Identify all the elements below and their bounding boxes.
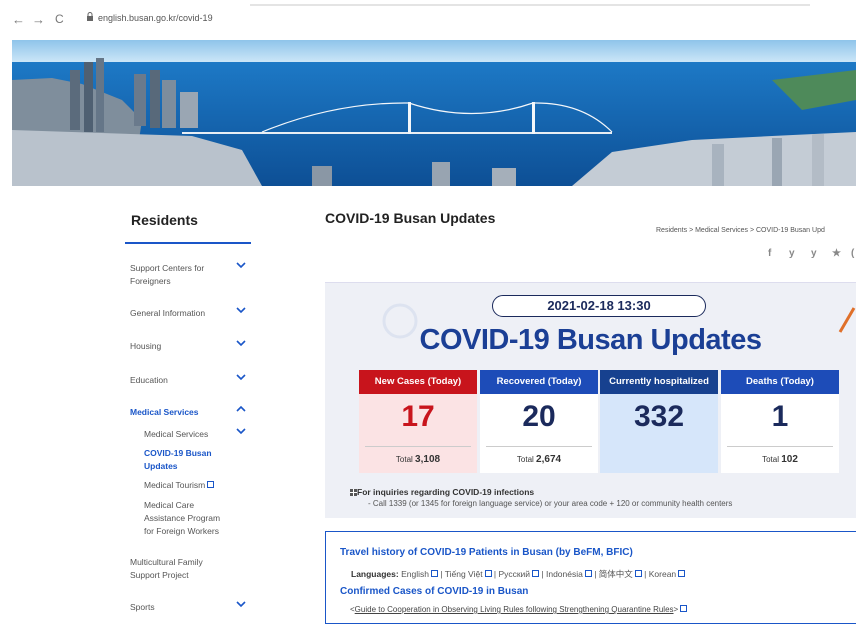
print-icon[interactable]: (: [851, 248, 854, 259]
sidebar-item-education[interactable]: Education: [130, 374, 230, 387]
stat-total-value: 102: [781, 454, 798, 465]
chevron-down-icon[interactable]: [236, 601, 246, 609]
stat-total-label: Total: [516, 455, 534, 464]
external-link-icon: [680, 605, 688, 612]
breadcrumb[interactable]: Residents > Medical Services > COVID-19 …: [656, 227, 825, 234]
sub-item-medical-tourism-label[interactable]: Medical Tourism: [144, 480, 205, 490]
chevron-up-icon[interactable]: [236, 405, 246, 413]
lang-link-english[interactable]: English: [401, 569, 429, 579]
annotation-arrow-icon: [838, 307, 856, 333]
stat-deaths: Deaths (Today) 1 Total 102: [721, 370, 839, 473]
external-link-icon: [484, 570, 492, 577]
sidebar-divider: [125, 242, 251, 244]
stat-value: 332: [633, 400, 685, 433]
travel-history-link[interactable]: Travel history of COVID-19 Patients in B…: [340, 547, 633, 558]
stat-total-label: Total: [762, 455, 779, 464]
story-icon[interactable]: y: [811, 248, 817, 259]
sidebar-item-multicultural-family[interactable]: Multicultural Family Support Project: [130, 556, 220, 582]
stat-header: Deaths (Today): [721, 370, 839, 394]
back-icon[interactable]: ←: [12, 12, 25, 27]
stat-total-label: Total: [395, 455, 413, 464]
twitter-icon[interactable]: y: [789, 248, 795, 259]
stat-header: New Cases (Today): [359, 370, 477, 394]
external-link-icon: [430, 570, 438, 577]
sidebar-item-medical-services[interactable]: Medical Services: [130, 406, 230, 419]
address-bar[interactable]: english.busan.go.kr/covid-19: [98, 13, 213, 23]
grid-bullet-icon: [350, 489, 357, 496]
page-title: COVID-19 Busan Updates: [325, 210, 496, 226]
inquiry-text: - Call 1339 (or 1345 for foreign languag…: [368, 499, 733, 508]
sub-item-medical-care-assistance[interactable]: Medical Care Assistance Program for Fore…: [144, 499, 228, 538]
sidebar-item-support-centers[interactable]: Support Centers for Foreigners: [130, 262, 230, 288]
external-link-icon: [584, 570, 592, 577]
inquiry-title: For inquiries regarding COVID-19 infecti…: [357, 487, 535, 497]
languages-row: Languages: English | Tiếng Việt | Русски…: [351, 568, 686, 580]
stat-value: 20: [522, 400, 556, 433]
external-link-icon: [207, 481, 215, 488]
stat-total: Total 102: [727, 446, 833, 465]
sub-item-medical-services[interactable]: Medical Services: [144, 428, 234, 441]
stat-hospitalized: Currently hospitalized 332: [600, 370, 718, 473]
sidebar-title: Residents: [131, 212, 198, 228]
external-link-icon: [634, 570, 642, 577]
facebook-icon[interactable]: f: [768, 248, 771, 259]
chevron-down-icon[interactable]: [236, 262, 246, 270]
external-link-icon: [532, 570, 540, 577]
stat-new-cases: New Cases (Today) 17 Total 3,108: [359, 370, 477, 473]
guide-link[interactable]: <Guide to Cooperation in Observing Livin…: [350, 605, 688, 614]
sidebar-item-housing[interactable]: Housing: [130, 340, 230, 353]
update-timestamp: 2021-02-18 13:30: [492, 295, 706, 317]
lang-link-indonesian[interactable]: Indonésia: [546, 569, 583, 579]
stat-recovered: Recovered (Today) 20 Total 2,674: [480, 370, 598, 473]
forward-icon[interactable]: →: [32, 12, 45, 27]
sidebar-item-sports[interactable]: Sports: [130, 601, 230, 614]
lock-icon: [87, 12, 93, 21]
external-link-icon: [678, 570, 686, 577]
stats-heading: COVID-19 Busan Updates: [419, 324, 762, 356]
bookmark-icon[interactable]: ★: [832, 248, 841, 259]
browser-bar: ← → C english.busan.go.kr/covid-19: [0, 0, 856, 40]
sidebar-item-general-information[interactable]: General Information: [130, 307, 230, 320]
chevron-down-icon[interactable]: [236, 340, 246, 348]
stat-header: Recovered (Today): [480, 370, 598, 394]
reload-icon[interactable]: C: [55, 12, 64, 26]
sub-item-medical-tourism[interactable]: Medical Tourism: [144, 479, 234, 492]
lang-link-russian[interactable]: Русский: [499, 569, 531, 579]
lang-link-vietnamese[interactable]: Tiếng Việt: [445, 569, 483, 579]
stat-total-value: 3,108: [415, 454, 441, 465]
stat-total-value: 2,674: [536, 454, 562, 465]
guide-link-text[interactable]: Guide to Cooperation in Observing Living…: [355, 605, 674, 614]
hero-banner: [12, 40, 856, 186]
sub-item-covid19-busan-updates[interactable]: COVID-19 Busan Updates: [144, 447, 224, 473]
confirmed-cases-link[interactable]: Confirmed Cases of COVID-19 in Busan: [340, 586, 528, 597]
chevron-down-icon[interactable]: [236, 428, 246, 436]
stat-header: Currently hospitalized: [600, 370, 718, 394]
lang-link-chinese[interactable]: 简体中文: [599, 569, 633, 579]
chevron-down-icon[interactable]: [236, 307, 246, 315]
stat-total: Total 2,674: [486, 446, 592, 465]
stat-value: 1: [771, 400, 789, 433]
chevron-down-icon[interactable]: [236, 374, 246, 382]
stat-value: 17: [401, 400, 435, 433]
languages-label: Languages:: [351, 569, 399, 579]
lang-link-korean[interactable]: Korean: [649, 569, 676, 579]
stat-total: Total 3,108: [365, 446, 471, 465]
tab-strip-line: [250, 4, 810, 6]
